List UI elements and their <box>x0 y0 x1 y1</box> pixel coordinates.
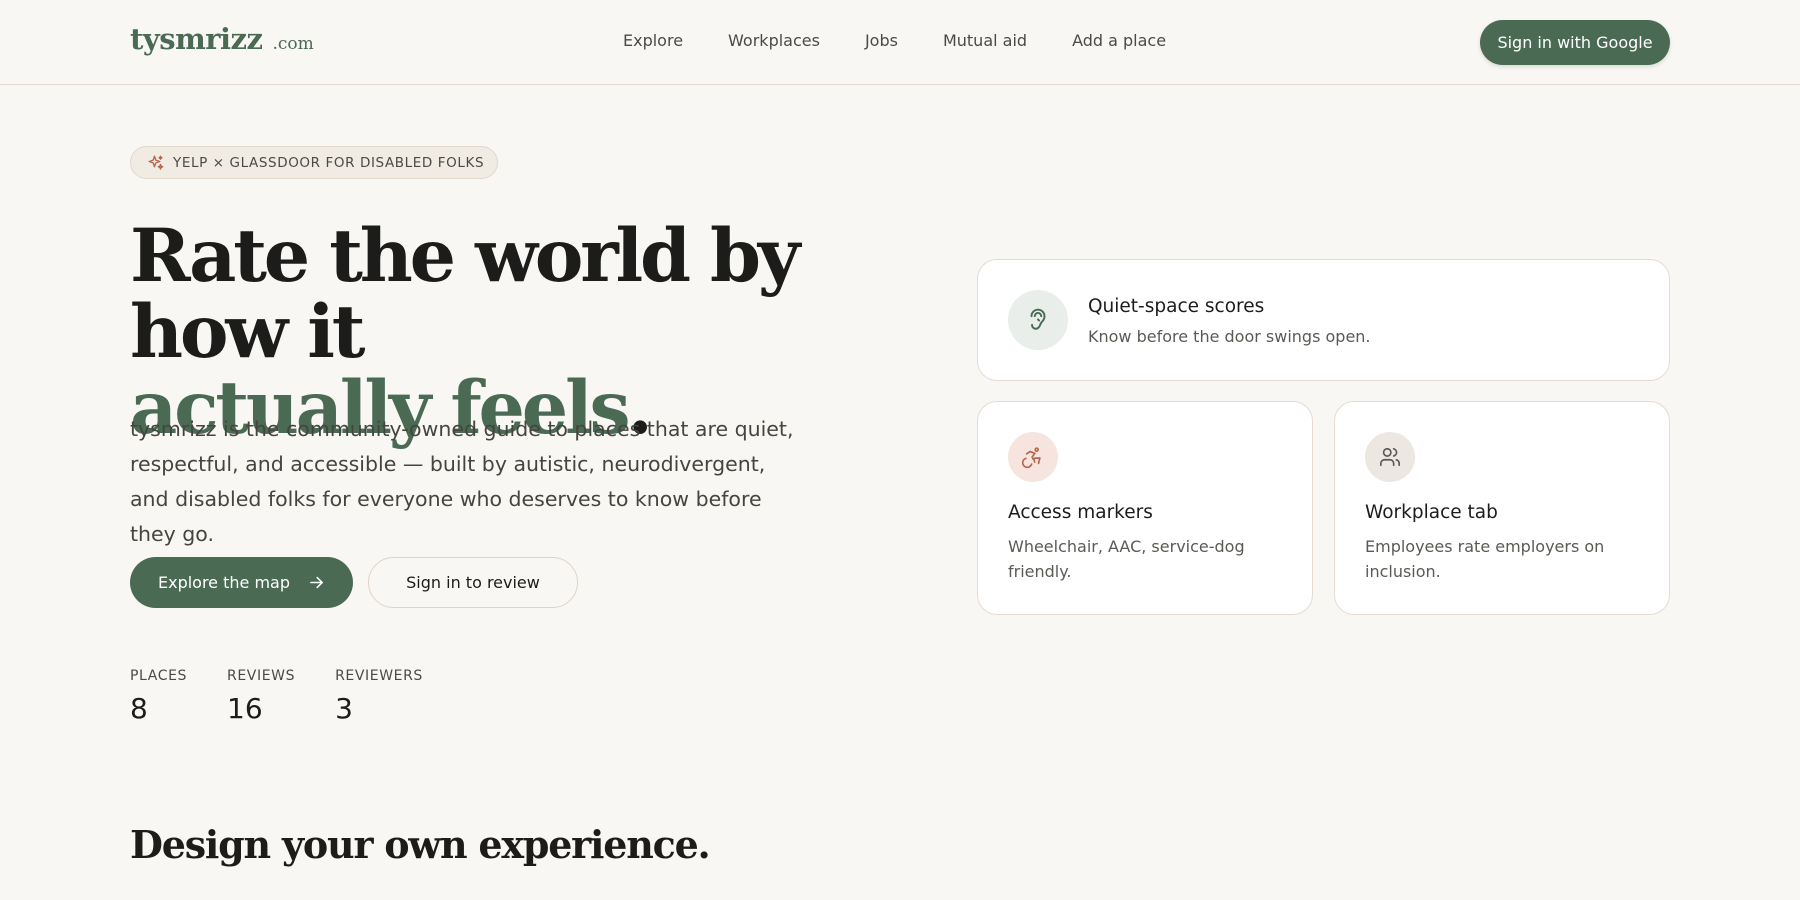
hero-badge: YELP × GLASSDOOR FOR DISABLED FOLKS <box>130 146 498 179</box>
nav-workplaces[interactable]: Workplaces <box>728 31 820 50</box>
hero-badge-text: YELP × GLASSDOOR FOR DISABLED FOLKS <box>173 154 485 171</box>
sign-in-to-review-button[interactable]: Sign in to review <box>368 557 578 608</box>
logo-tld: .com <box>272 34 314 54</box>
main-nav: Explore Workplaces Jobs Mutual aid Add a… <box>623 31 1166 50</box>
sparkles-icon <box>147 154 165 172</box>
explore-map-button[interactable]: Explore the map <box>130 557 353 608</box>
feature-card-access-markers: Access markers Wheelchair, AAC, service-… <box>977 401 1313 615</box>
feature-title: Workplace tab <box>1365 502 1498 523</box>
stat-value: 16 <box>227 692 263 725</box>
explore-map-label: Explore the map <box>157 573 290 592</box>
feature-title: Quiet-space scores <box>1088 296 1265 317</box>
stat-reviewers: REVIEWERS 3 <box>335 668 423 725</box>
arrow-right-icon <box>308 574 325 591</box>
stat-label: PLACES <box>130 668 188 684</box>
feature-text: Know before the door swings open. <box>1088 327 1371 346</box>
nav-jobs[interactable]: Jobs <box>865 31 898 50</box>
stat-label: REVIEWERS <box>335 668 423 684</box>
feature-card-quiet-space: Quiet-space scores Know before the door … <box>977 259 1670 381</box>
stat-value: 8 <box>130 692 148 725</box>
feature-text: Employees rate employers on inclusion. <box>1365 537 1605 581</box>
nav-explore[interactable]: Explore <box>623 31 683 50</box>
feature-title: Access markers <box>1008 502 1153 523</box>
stat-places: PLACES 8 <box>130 668 187 725</box>
hero-title-line1: Rate the world by how it <box>130 213 800 375</box>
hero-description: tysmrizz is the community-owned guide to… <box>130 417 794 546</box>
feature-text: Wheelchair, AAC, service-dog friendly. <box>1008 537 1245 581</box>
accessibility-icon <box>1008 432 1058 482</box>
ear-icon <box>1008 290 1068 350</box>
section-title: Design your own experience. <box>130 822 711 867</box>
site-header: tysmrizz .com Explore Workplaces Jobs Mu… <box>0 0 1800 85</box>
stat-reviews: REVIEWS 16 <box>227 668 295 725</box>
stat-label: REVIEWS <box>227 668 296 684</box>
stat-value: 3 <box>335 692 353 725</box>
users-icon <box>1365 432 1415 482</box>
nav-mutual-aid[interactable]: Mutual aid <box>943 31 1027 50</box>
logo[interactable]: tysmrizz .com <box>130 22 314 56</box>
sign-in-google-button[interactable]: Sign in with Google <box>1480 20 1670 65</box>
nav-add-a-place[interactable]: Add a place <box>1072 31 1166 50</box>
feature-card-workplace-tab: Workplace tab Employees rate employers o… <box>1334 401 1670 615</box>
stats: PLACES 8 REVIEWS 16 REVIEWERS 3 <box>130 668 463 725</box>
logo-name: tysmrizz <box>130 22 263 56</box>
